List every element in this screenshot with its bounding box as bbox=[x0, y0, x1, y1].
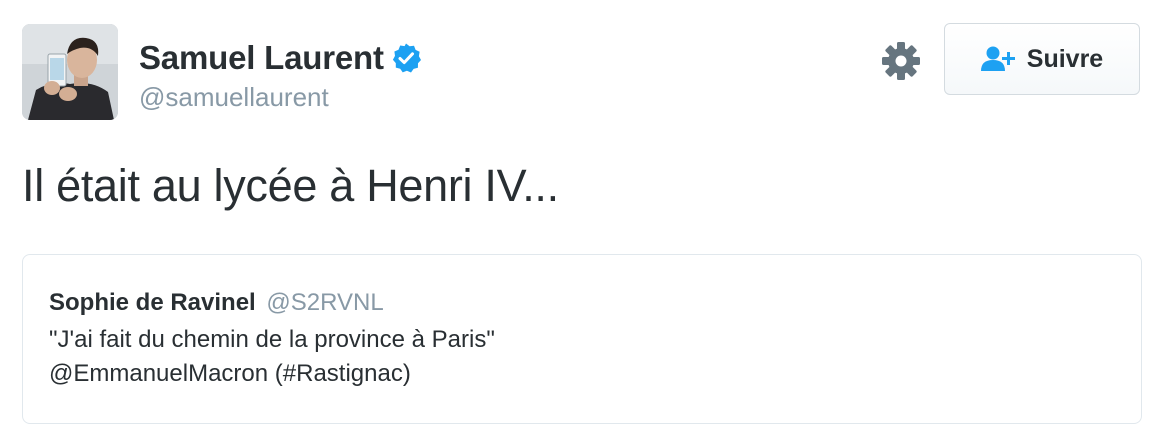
gear-icon[interactable] bbox=[880, 40, 922, 82]
author-handle[interactable]: @samuellaurent bbox=[139, 82, 422, 113]
follow-button[interactable]: Suivre bbox=[944, 23, 1140, 95]
author-display-name[interactable]: Samuel Laurent bbox=[139, 39, 384, 77]
tweet-text: Il était au lycée à Henri IV... bbox=[22, 160, 559, 211]
quoted-tweet-card[interactable]: Sophie de Ravinel @S2RVNL "J'ai fait du … bbox=[22, 254, 1142, 424]
quoted-author-name[interactable]: Sophie de Ravinel bbox=[49, 289, 256, 316]
author-name-row[interactable]: Samuel Laurent bbox=[139, 38, 422, 78]
add-user-icon bbox=[980, 45, 1017, 73]
follow-label: Suivre bbox=[1026, 44, 1104, 73]
quoted-tweet-text-line-1: "J'ai fait du chemin de la province à Pa… bbox=[49, 326, 495, 353]
quoted-tweet-header: Sophie de Ravinel @S2RVNL bbox=[49, 287, 1115, 319]
avatar[interactable] bbox=[22, 24, 118, 120]
quoted-tweet-text-line-2: @EmmanuelMacron (#Rastignac) bbox=[49, 360, 411, 387]
quoted-author-handle[interactable]: @S2RVNL bbox=[266, 289, 383, 316]
verified-badge-icon bbox=[390, 42, 422, 74]
author-info[interactable]: Samuel Laurent @samuellaurent bbox=[139, 38, 422, 113]
